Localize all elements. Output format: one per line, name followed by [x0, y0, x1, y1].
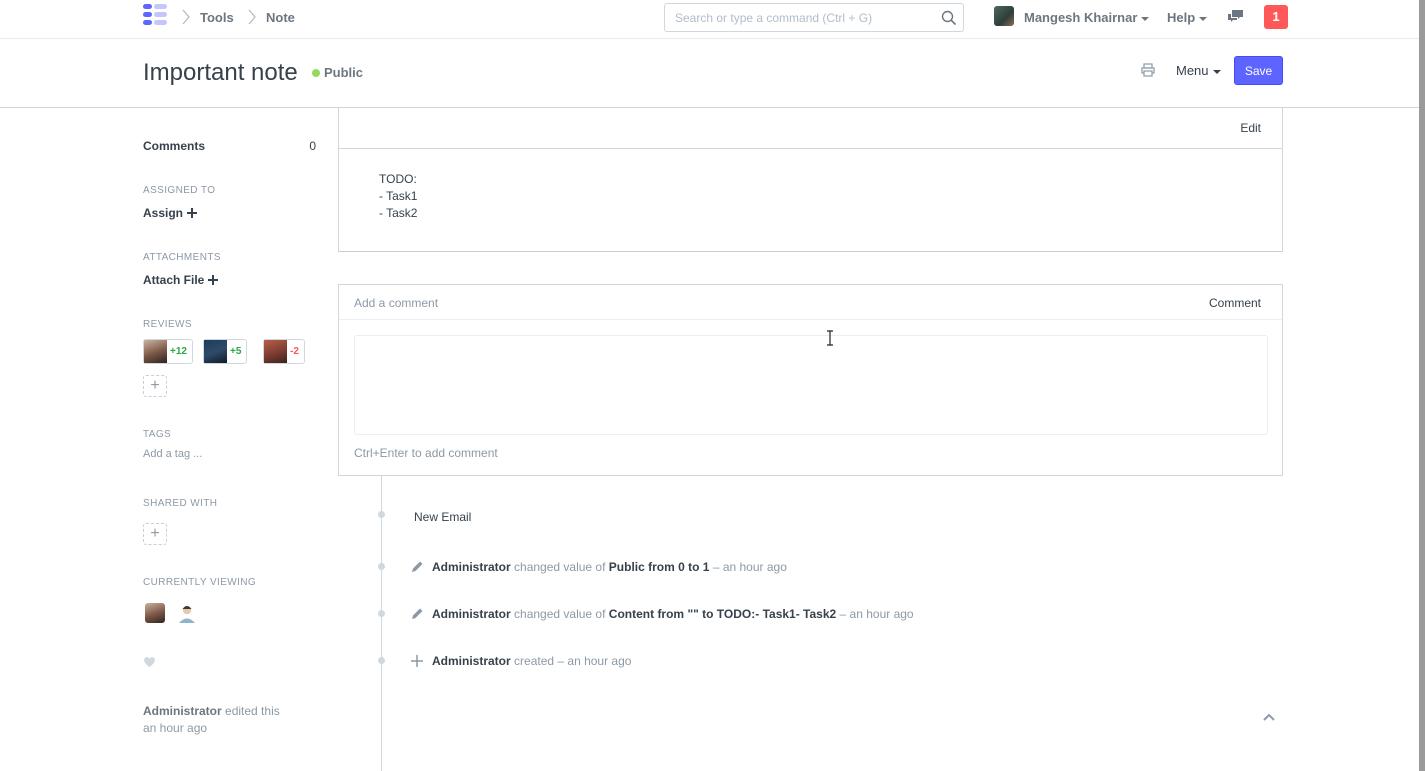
caret-down-icon — [1199, 16, 1208, 21]
timeline-item: Administrator changed value of Public fr… — [414, 560, 787, 574]
edit-button[interactable]: Edit — [1240, 121, 1261, 135]
comments-link[interactable]: Comments — [143, 139, 205, 153]
search-input[interactable]: Search or type a command (Ctrl + G) — [664, 3, 964, 32]
heart-icon[interactable] — [143, 656, 156, 668]
note-content: TODO: - Task1 - Task2 — [379, 171, 417, 222]
timeline-text: changed value of — [514, 560, 606, 574]
review-item[interactable]: +12 — [143, 339, 193, 364]
timeline-user[interactable]: Administrator — [432, 560, 511, 574]
navbar: Tools Note Search or type a command (Ctr… — [0, 0, 1425, 39]
text-cursor-icon — [827, 330, 833, 346]
comment-input[interactable] — [354, 335, 1268, 435]
review-item[interactable]: -2 — [263, 339, 305, 364]
chevron-right-icon — [182, 9, 190, 25]
form-sidebar: Comments 0 Assigned To Assign Attachment… — [143, 108, 318, 771]
tags-label: Tags — [143, 429, 172, 440]
avatar[interactable] — [145, 603, 165, 623]
timeline-dot — [378, 610, 385, 617]
timeline-user[interactable]: Administrator — [432, 607, 511, 621]
attachments-label: Attachments — [143, 252, 221, 263]
new-email-button[interactable]: New Email — [414, 510, 471, 524]
scrollbar[interactable] — [1419, 0, 1425, 771]
help-label: Help — [1167, 10, 1196, 25]
caret-down-icon — [1212, 69, 1221, 74]
breadcrumb-tools[interactable]: Tools — [200, 10, 234, 25]
reviews-label: Reviews — [143, 319, 192, 330]
menu-label: Menu — [1176, 63, 1209, 78]
edited-user: Administrator — [143, 704, 222, 718]
assign-label: Assign — [143, 206, 184, 220]
user-avatar[interactable] — [994, 6, 1014, 26]
add-tag-input[interactable]: Add a tag ... — [143, 448, 202, 460]
timeline-detail: Public from 0 to 1 — [608, 560, 710, 574]
timeline-time: – an hour ago — [839, 607, 914, 621]
comment-header: Add a comment Comment — [339, 285, 1282, 320]
assigned-to-label: Assigned To — [143, 185, 216, 196]
plus-icon — [187, 208, 198, 218]
content-line: TODO: — [379, 172, 417, 186]
currently-viewing-label: Currently Viewing — [143, 577, 257, 588]
status-badge: Public — [324, 65, 364, 80]
timeline-time: – an hour ago — [712, 560, 787, 574]
page-head: Important note Public Menu Save — [0, 39, 1425, 108]
search-icon[interactable] — [941, 10, 957, 26]
page-title: Important note — [143, 59, 298, 86]
assign-button[interactable]: Assign — [143, 206, 198, 220]
save-button[interactable]: Save — [1234, 56, 1283, 85]
plus-icon: + — [150, 377, 160, 394]
search-placeholder: Search or type a command (Ctrl + G) — [675, 11, 873, 25]
help-menu[interactable]: Help — [1167, 10, 1208, 25]
comment-button[interactable]: Comment — [1209, 296, 1261, 310]
timeline-detail: Content from "" to TODO:- Task1- Task2 — [608, 607, 837, 621]
review-points: +12 — [170, 346, 187, 357]
app-logo[interactable] — [143, 4, 167, 28]
avatar — [204, 340, 227, 363]
edited-time: an hour ago — [143, 721, 208, 735]
breadcrumb-note[interactable]: Note — [266, 10, 295, 25]
attach-label: Attach File — [143, 273, 205, 287]
edited-text: edited this — [225, 704, 280, 718]
plus-icon — [208, 275, 219, 285]
comment-box: Add a comment Comment Ctrl+Enter to add … — [338, 284, 1283, 476]
content-line: - Task2 — [379, 206, 418, 220]
review-item[interactable]: +5 — [203, 339, 248, 364]
note-content-card: Edit TODO: - Task1 - Task2 — [338, 108, 1283, 252]
timeline-line — [381, 476, 382, 771]
user-menu[interactable]: Mangesh Khairnar — [1024, 10, 1150, 25]
review-points: -2 — [290, 346, 299, 357]
review-points: +5 — [230, 346, 242, 357]
chat-icon[interactable] — [1227, 9, 1244, 24]
avatar — [264, 340, 287, 363]
add-share-button[interactable]: + — [143, 523, 167, 545]
timeline-dot — [378, 511, 385, 518]
comment-hint: Ctrl+Enter to add comment — [354, 446, 498, 460]
menu-button[interactable]: Menu — [1176, 63, 1221, 78]
timeline-item: Administrator created – an hour ago — [414, 654, 631, 668]
avatar[interactable] — [177, 603, 197, 623]
timeline-item: Administrator changed value of Content f… — [414, 607, 914, 621]
content-line: - Task1 — [379, 189, 418, 203]
timeline-text: created – an hour ago — [514, 654, 632, 668]
print-icon[interactable] — [1141, 63, 1155, 77]
add-review-button[interactable]: + — [143, 375, 167, 397]
timeline-dot — [378, 657, 385, 664]
timeline-user[interactable]: Administrator — [432, 654, 511, 668]
caret-down-icon — [1141, 16, 1150, 21]
chevron-up-icon[interactable] — [1262, 712, 1276, 722]
attach-file-button[interactable]: Attach File — [143, 273, 219, 287]
plus-icon: + — [150, 525, 160, 542]
comments-count: 0 — [309, 139, 316, 153]
user-name: Mangesh Khairnar — [1024, 10, 1138, 25]
card-header: Edit — [339, 108, 1282, 149]
shared-with-label: Shared With — [143, 498, 218, 509]
timeline-text: changed value of — [514, 607, 606, 621]
last-edited-info: Administrator edited this an hour ago — [143, 703, 303, 737]
chevron-right-icon — [248, 9, 256, 25]
status-indicator-dot — [312, 69, 320, 77]
avatar — [144, 340, 167, 363]
notification-badge[interactable]: 1 — [1264, 5, 1288, 29]
timeline-dot — [378, 563, 385, 570]
comment-title: Add a comment — [354, 296, 439, 310]
